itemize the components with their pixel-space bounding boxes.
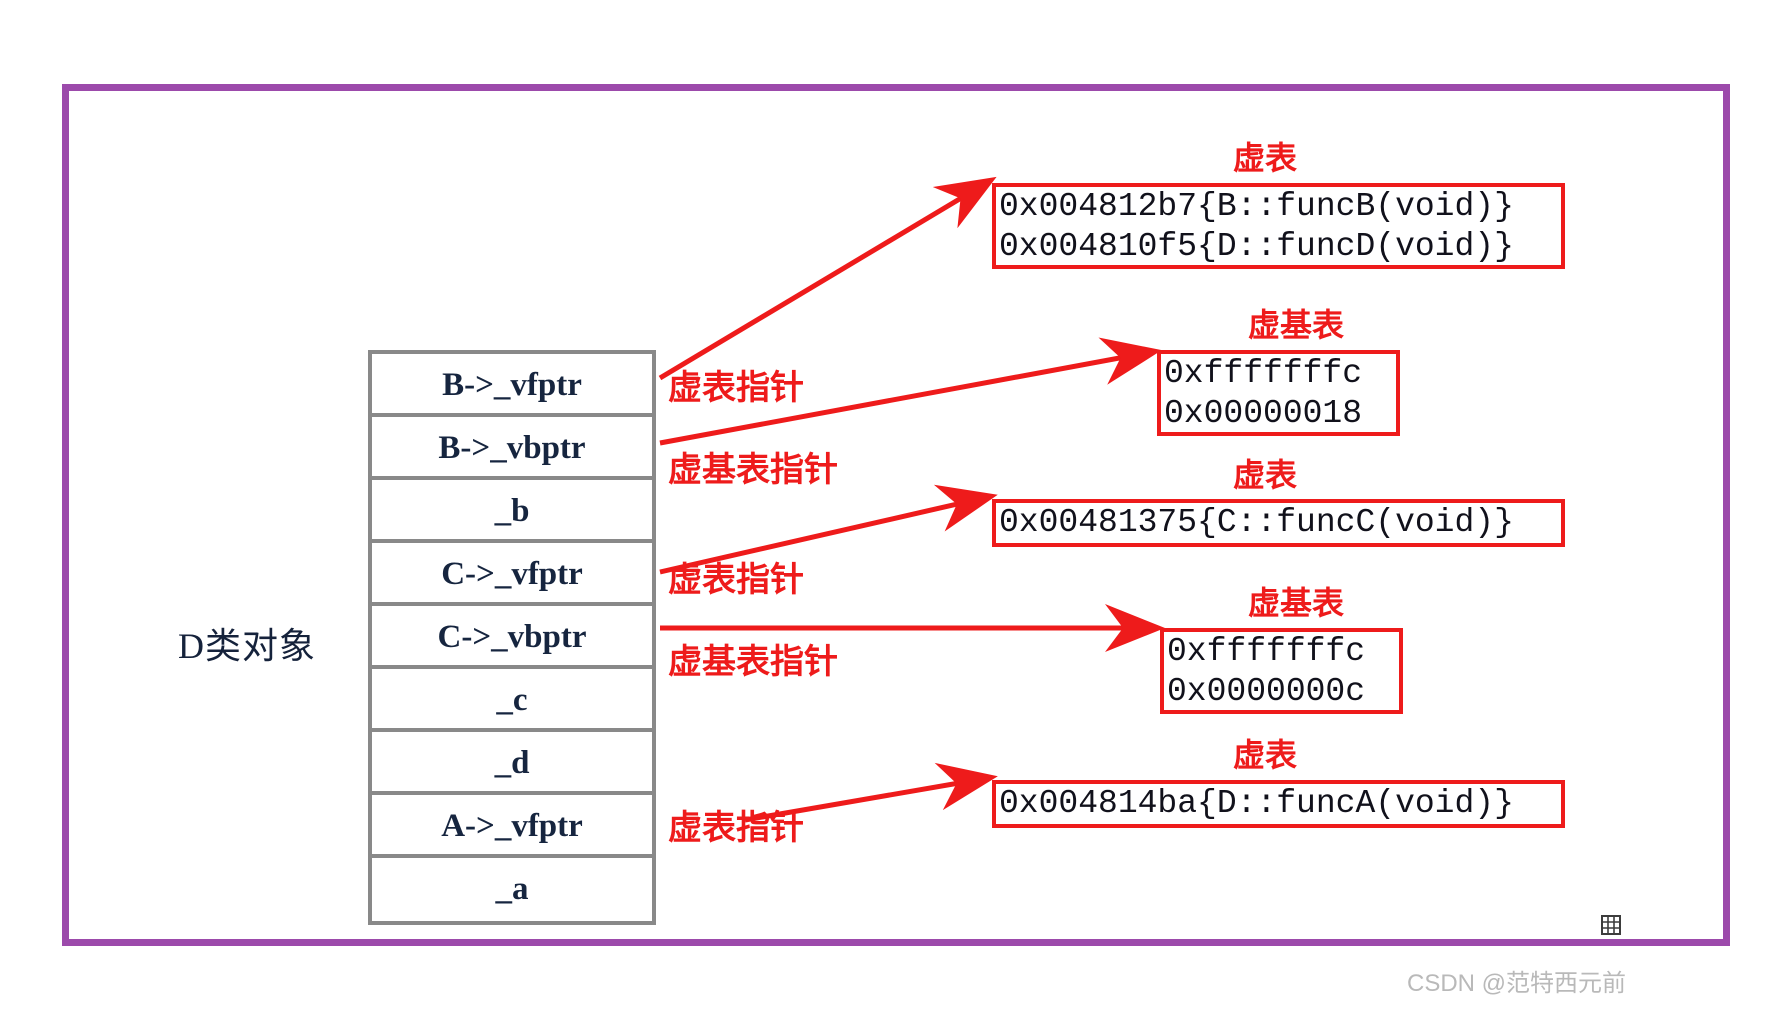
vbtable-2-row-0: 0xfffffffc xyxy=(1167,633,1366,670)
annotation-vbptr-b: 虚基表指针 xyxy=(668,452,838,489)
vbtable-1: 0xfffffffc 0x00000018 xyxy=(1157,350,1400,436)
vtable-3-row-0: 0x004814ba{D::funcA(void)} xyxy=(999,785,1514,822)
vtable-2-row-0: 0x00481375{C::funcC(void)} xyxy=(999,504,1514,541)
watermark: CSDN @范特西元前 xyxy=(1407,970,1627,997)
annotation-vfptr-b: 虚表指针 xyxy=(668,370,804,407)
object-slot-a-member: _a xyxy=(495,871,529,907)
vtable-title-1: 虚表 xyxy=(1232,140,1297,176)
vbtable-2: 0xfffffffc 0x0000000c xyxy=(1160,628,1403,714)
object-slot-d-member: _d xyxy=(372,732,652,795)
annotation-vfptr-c: 虚表指针 xyxy=(668,562,804,599)
object-layout-box: B->_vfptr B->_vbptr _b C->_vfptr C->_vbp… xyxy=(368,350,656,925)
vbtable-title-2: 虚基表 xyxy=(1247,585,1344,621)
vbtable-1-row-1: 0x00000018 xyxy=(1164,395,1363,433)
object-slot-b-member: _b xyxy=(372,480,652,543)
vtable-1: 0x004812b7{B::funcB(void)} 0x004810f5{D:… xyxy=(992,183,1565,269)
vbtable-title-1: 虚基表 xyxy=(1247,307,1344,343)
vtable-1-row-1: 0x004810f5{D::funcD(void)} xyxy=(999,228,1514,266)
vtable-1-row-0: 0x004812b7{B::funcB(void)} xyxy=(999,188,1514,225)
vtable-3: 0x004814ba{D::funcA(void)} xyxy=(992,780,1565,828)
object-slot-a-vfptr: A->_vfptr xyxy=(372,795,652,858)
object-slot-b-vbptr: B->_vbptr xyxy=(372,417,652,480)
annotation-vfptr-a: 虚表指针 xyxy=(668,810,804,847)
annotation-vbptr-c: 虚基表指针 xyxy=(668,644,838,681)
object-slot-b-vfptr: B->_vfptr xyxy=(372,354,652,417)
vtable-title-3: 虚表 xyxy=(1232,737,1297,773)
object-slot-c-member: _c xyxy=(372,669,652,732)
vbtable-1-row-0: 0xfffffffc xyxy=(1164,355,1363,392)
object-slot-c-vfptr: C->_vfptr xyxy=(372,543,652,606)
grid-icon xyxy=(1601,915,1621,935)
object-label: D类对象 xyxy=(178,626,316,666)
vtable-title-2: 虚表 xyxy=(1232,457,1297,493)
vtable-2: 0x00481375{C::funcC(void)} xyxy=(992,499,1565,547)
object-slot-c-vbptr: C->_vbptr xyxy=(372,606,652,669)
vbtable-2-row-1: 0x0000000c xyxy=(1167,673,1366,711)
diagram-canvas: D类对象 B->_vfptr B->_vbptr _b C->_vfptr C-… xyxy=(0,0,1789,1013)
